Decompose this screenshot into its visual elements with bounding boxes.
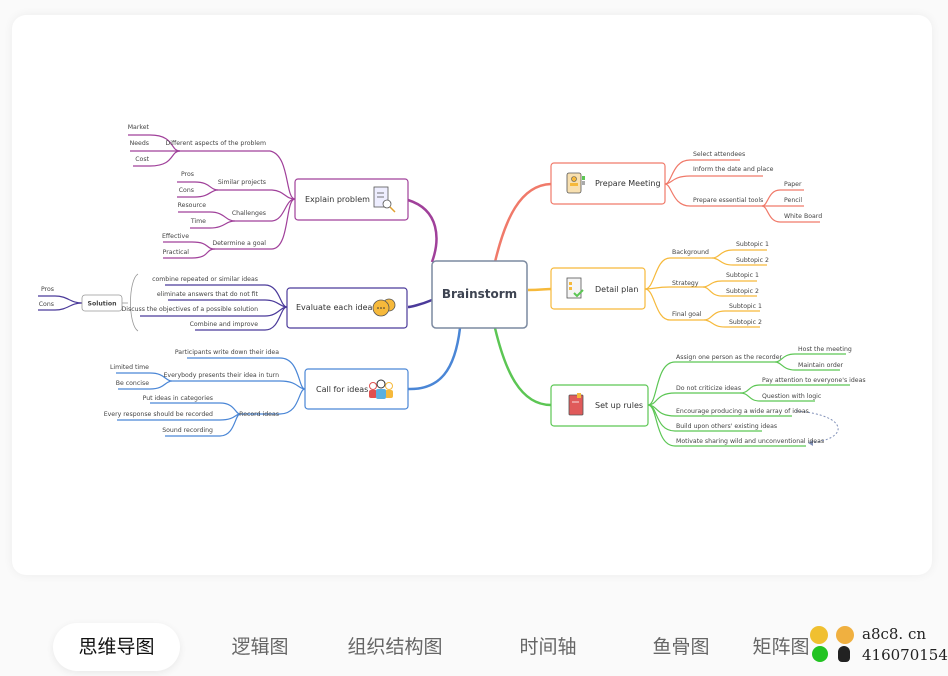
central-topic-label: Brainstorm bbox=[442, 287, 517, 301]
connector-prepare bbox=[493, 182, 552, 263]
topic-detail[interactable]: Detail plan bbox=[550, 267, 646, 310]
subtopic-label[interactable]: Be concise bbox=[116, 380, 149, 387]
people-group-icon bbox=[369, 379, 393, 399]
subtopic-label[interactable]: Question with logic bbox=[762, 393, 822, 400]
watermark: a8c8. cn 416070154 bbox=[808, 624, 948, 668]
mindmap-diagram: Brainstorm Explain problem Evaluate each… bbox=[38, 124, 866, 447]
subtopic-label[interactable]: Pros bbox=[41, 286, 54, 293]
subtopic-label[interactable]: Resource bbox=[178, 202, 207, 209]
subtopic-label[interactable]: Final goal bbox=[672, 311, 702, 318]
avatar-icon bbox=[836, 626, 854, 644]
subtopic-label[interactable]: Different aspects of the problem bbox=[165, 140, 266, 147]
subtopic-label[interactable]: eliminate answers that do not fit bbox=[157, 291, 259, 298]
diagram-type-tabs: 思维导图 逻辑图 组织结构图 时间轴 鱼骨图 矩阵图 bbox=[53, 623, 846, 671]
subtopic-label[interactable]: Effective bbox=[162, 233, 189, 240]
watermark-site: a8c8. cn bbox=[862, 625, 927, 643]
subtopic-label[interactable]: Subtopic 2 bbox=[729, 319, 762, 326]
subtopic-label[interactable]: Subtopic 1 bbox=[736, 241, 769, 248]
subtopic-label[interactable]: Every response should be recorded bbox=[104, 411, 213, 418]
topic-detail-label: Detail plan bbox=[595, 285, 638, 294]
tab-timeline[interactable]: 时间轴 bbox=[450, 623, 646, 671]
topic-prepare-label: Prepare Meeting bbox=[595, 179, 661, 188]
topic-evaluate[interactable]: Evaluate each idea bbox=[286, 287, 408, 329]
checklist-icon bbox=[566, 277, 584, 299]
subtopic-label[interactable]: Subtopic 2 bbox=[736, 257, 769, 264]
subtopic-label[interactable]: Determine a goal bbox=[212, 240, 266, 247]
tab-logic-chart[interactable]: 逻辑图 bbox=[180, 623, 340, 671]
subtopic-label[interactable]: Practical bbox=[163, 249, 190, 256]
topic-evaluate-label: Evaluate each idea bbox=[296, 303, 373, 312]
subtopic-label[interactable]: Maintain order bbox=[798, 362, 844, 369]
connector-evaluate bbox=[407, 298, 433, 309]
connector-call bbox=[407, 327, 462, 391]
central-topic[interactable]: Brainstorm bbox=[431, 260, 528, 329]
subtopic-label[interactable]: Background bbox=[672, 249, 709, 256]
subtopic-label[interactable]: Build upon others' existing ideas bbox=[676, 423, 777, 430]
subtopic-label[interactable]: Discuss the objectives of a possible sol… bbox=[121, 306, 258, 313]
subtopic-label[interactable]: Combine and improve bbox=[190, 321, 259, 328]
watermark-number: 416070154 bbox=[862, 646, 948, 664]
connector-detail bbox=[527, 287, 552, 292]
subtopic-label[interactable]: Cons bbox=[39, 301, 54, 308]
subtopic-label[interactable]: Select attendees bbox=[693, 151, 745, 158]
tab-mindmap[interactable]: 思维导图 bbox=[53, 623, 180, 671]
book-icon bbox=[568, 393, 584, 416]
subtopic-label[interactable]: Put ideas in categories bbox=[143, 395, 213, 402]
subtopic-label[interactable]: Challenges bbox=[232, 210, 266, 217]
topic-explain[interactable]: Explain problem bbox=[294, 178, 409, 221]
connector-rules bbox=[493, 327, 552, 407]
topic-call-label: Call for ideas bbox=[316, 385, 368, 394]
subtopic-label[interactable]: Sound recording bbox=[162, 427, 213, 434]
subtopic-label[interactable]: Motivate sharing wild and unconventional… bbox=[676, 438, 824, 445]
subtopic-label[interactable]: Inform the date and place bbox=[693, 166, 774, 173]
subtopic-label[interactable]: Host the meeting bbox=[798, 346, 852, 353]
subtopic-label[interactable]: Cost bbox=[135, 156, 149, 163]
topic-rules-label: Set up rules bbox=[595, 401, 643, 410]
subtopic-label[interactable]: Similar projects bbox=[218, 179, 266, 186]
subtopic-label[interactable]: Participants write down their idea bbox=[175, 349, 279, 356]
topic-rules[interactable]: Set up rules bbox=[550, 384, 649, 427]
topic-explain-label: Explain problem bbox=[305, 195, 370, 204]
subtopic-label[interactable]: Everybody presents their idea in turn bbox=[164, 372, 280, 379]
subtopic-label[interactable]: Subtopic 1 bbox=[729, 303, 762, 310]
subtopic-label[interactable]: Subtopic 2 bbox=[726, 288, 759, 295]
subtopic-label[interactable]: Pay attention to everyone's ideas bbox=[762, 377, 866, 384]
summary-solution[interactable]: Solution bbox=[81, 294, 123, 312]
summary-bracket bbox=[130, 273, 139, 332]
subtopic-label[interactable]: Encourage producing a wide array of idea… bbox=[676, 408, 809, 415]
wechat-icon bbox=[812, 646, 828, 662]
subtopic-label[interactable]: Cons bbox=[179, 187, 194, 194]
topic-call[interactable]: Call for ideas bbox=[304, 368, 409, 410]
tab-org-chart[interactable]: 组织结构图 bbox=[340, 623, 450, 671]
connector-explain bbox=[407, 198, 438, 263]
subtopic-label[interactable]: Record ideas bbox=[239, 411, 279, 418]
topic-prepare[interactable]: Prepare Meeting bbox=[550, 162, 666, 205]
svg-text:Solution: Solution bbox=[88, 301, 117, 308]
subtopic-label[interactable]: Needs bbox=[130, 140, 149, 147]
subtopic-label[interactable]: combine repeated or similar ideas bbox=[152, 276, 258, 283]
subtopic-label[interactable]: Time bbox=[190, 218, 206, 225]
subtopic-label[interactable]: Market bbox=[128, 124, 150, 131]
qq-icon bbox=[838, 646, 850, 662]
subtopic-label[interactable]: Assign one person as the recorder bbox=[676, 354, 783, 361]
subtopic-label[interactable]: Prepare essential tools bbox=[693, 197, 763, 204]
subtopic-label[interactable]: Subtopic 1 bbox=[726, 272, 759, 279]
logo-icon bbox=[810, 626, 828, 644]
tab-fishbone[interactable]: 鱼骨图 bbox=[646, 623, 716, 671]
subtopic-label[interactable]: Pencil bbox=[784, 197, 802, 204]
subtopic-label[interactable]: Strategy bbox=[672, 280, 699, 287]
subtopic-label[interactable]: Paper bbox=[784, 181, 802, 188]
subtopic-label[interactable]: Limited time bbox=[110, 364, 149, 371]
subtopic-label[interactable]: Do not criticize ideas bbox=[676, 385, 741, 392]
subtopic-label[interactable]: White Board bbox=[784, 213, 822, 220]
subtopic-label[interactable]: Pros bbox=[181, 171, 194, 178]
